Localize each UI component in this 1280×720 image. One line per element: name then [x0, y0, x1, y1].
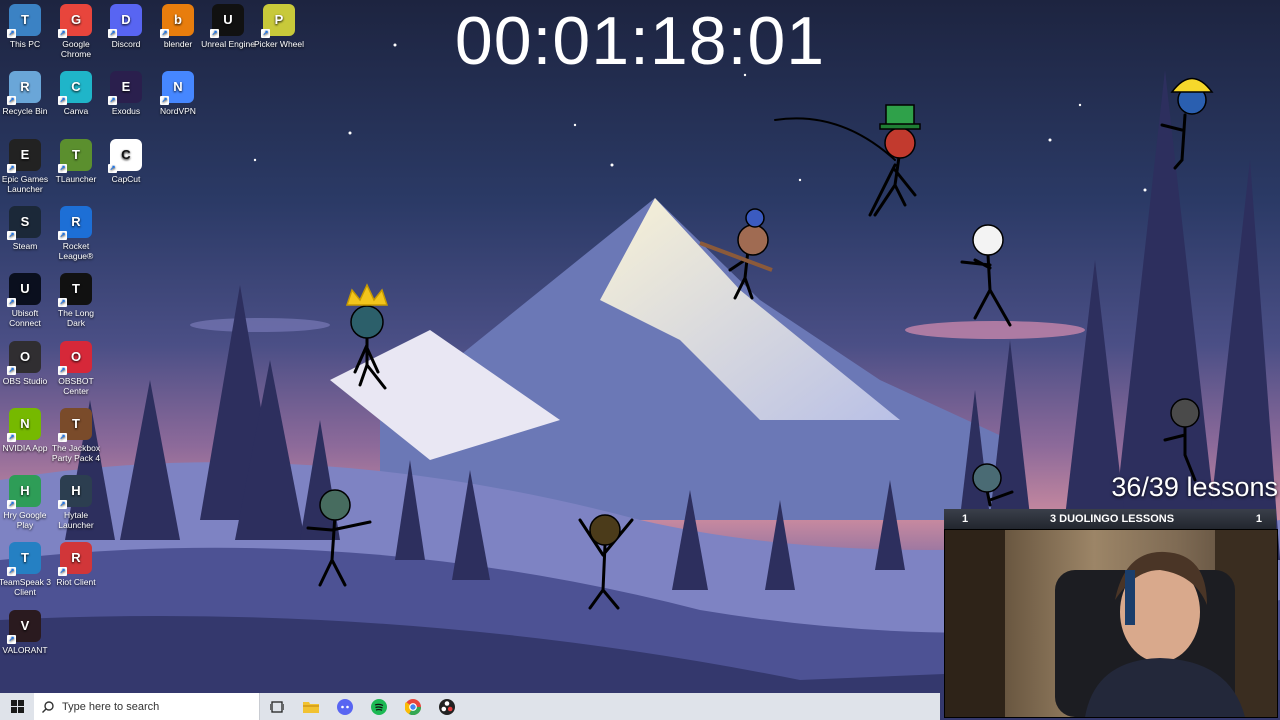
desktop-icon-epic-games[interactable]: E ↗ Epic Games Launcher	[0, 138, 52, 194]
shortcut-arrow-icon: ↗	[7, 500, 16, 510]
windows-start-button[interactable]	[0, 693, 34, 720]
shortcut-arrow-icon: ↗	[7, 96, 16, 106]
search-input[interactable]	[60, 699, 244, 714]
desktop-icon-label: Hry Google Play	[3, 510, 47, 531]
shortcut-arrow-icon: ↗	[58, 96, 67, 106]
desktop-icon-the-long-dark[interactable]: T ↗ The Long Dark	[49, 273, 103, 328]
hytale-icon: H ↗	[58, 475, 92, 510]
desktop-icon-nvidia[interactable]: N ↗ NVIDIA App	[0, 407, 52, 453]
webcam-bar-left-count: 1	[962, 513, 969, 525]
desktop-icon-label: Canva	[63, 106, 89, 117]
obsbot-icon: O ↗	[58, 340, 92, 375]
teamspeak-icon: T ↗	[7, 542, 41, 577]
ubisoft-icon: U ↗	[7, 273, 41, 308]
epic-games-icon: E ↗	[7, 138, 41, 173]
task-view-icon	[270, 700, 284, 713]
desktop-icon-label: The Long Dark	[58, 308, 94, 329]
desktop-icon-label: Ubisoft Connect	[9, 308, 41, 329]
shortcut-arrow-icon: ↗	[108, 163, 117, 173]
webcam-bar-title: 3 DUOLINGO LESSONS	[1049, 513, 1175, 525]
desktop-icon-minecraft[interactable]: T ↗ TLauncher	[49, 138, 103, 184]
desktop-icon-obsbot[interactable]: O ↗ OBSBOT Center	[49, 340, 103, 396]
minecraft-icon: T ↗	[58, 138, 92, 173]
desktop-icon-teamspeak[interactable]: T ↗ TeamSpeak 3 Client	[0, 542, 52, 597]
shortcut-arrow-icon: ↗	[58, 500, 67, 510]
spotify-taskbar-button[interactable]	[362, 693, 396, 720]
desktop-icon-google-play-games[interactable]: H ↗ Hry Google Play	[0, 475, 52, 530]
shortcut-arrow-icon: ↗	[7, 634, 16, 644]
stream-timer: 00:01:18:01	[454, 3, 826, 79]
desktop-icon-capcut[interactable]: C ↗ CapCut	[99, 138, 153, 184]
desktop-icon-label: Recycle Bin	[2, 106, 48, 117]
shortcut-arrow-icon: ↗	[58, 567, 67, 577]
desktop-icon-label: OBSBOT Center	[58, 375, 94, 396]
desktop-icon-label: NVIDIA App	[2, 442, 48, 453]
shortcut-arrow-icon: ↗	[58, 230, 67, 240]
desktop-icon-hytale[interactable]: H ↗ Hytale Launcher	[49, 475, 103, 530]
spotify-icon	[371, 698, 387, 715]
lessons-progress: 36/39 lessons	[1111, 472, 1278, 502]
shortcut-arrow-icon: ↗	[7, 230, 16, 240]
desktop-icon-label: Steam	[12, 240, 38, 251]
riot-icon: R ↗	[58, 542, 92, 577]
obs-icon	[439, 698, 455, 715]
desktop-icon-label: VALORANT	[2, 644, 48, 655]
webcam-feed	[944, 529, 1278, 718]
desktop-icon-label: CapCut	[111, 173, 141, 184]
desktop-icon-label: Epic Games Launcher	[1, 173, 49, 194]
taskbar-search-box[interactable]	[34, 693, 260, 720]
desktop-icon-ubisoft[interactable]: U ↗ Ubisoft Connect	[0, 273, 52, 328]
discord-taskbar-button[interactable]	[328, 693, 362, 720]
file-explorer-button[interactable]	[294, 693, 328, 720]
search-icon	[42, 700, 54, 713]
desktop-icon-label: OBS Studio	[2, 375, 48, 386]
shortcut-arrow-icon: ↗	[58, 163, 67, 173]
desktop-icon-jackbox[interactable]: T ↗ The Jackbox Party Pack 4	[49, 407, 103, 463]
desktop-icon-label: Riot Client	[56, 577, 96, 588]
desktop-icon-rocket-league[interactable]: R ↗ Rocket League®	[49, 205, 103, 261]
shortcut-arrow-icon: ↗	[7, 365, 16, 375]
discord-icon	[337, 698, 353, 715]
taskbar	[0, 693, 940, 720]
chrome-icon	[405, 698, 421, 715]
desktop-icon-label: Exodus	[111, 106, 141, 117]
shortcut-arrow-icon: ↗	[160, 96, 169, 106]
jackbox-icon: T ↗	[58, 407, 92, 442]
desktop-icon-label: The Jackbox Party Pack 4	[51, 442, 101, 463]
the-long-dark-icon: T ↗	[58, 273, 92, 308]
shortcut-arrow-icon: ↗	[7, 567, 16, 577]
desktop-icon-label: NordVPN	[160, 106, 196, 117]
shortcut-arrow-icon: ↗	[7, 163, 16, 173]
desktop-icon-valorant[interactable]: V ↗ VALORANT	[0, 609, 52, 655]
desktop-icon-steam[interactable]: S ↗ Steam	[0, 205, 52, 251]
shortcut-arrow-icon: ↗	[108, 96, 117, 106]
capcut-icon: C ↗	[108, 138, 142, 173]
desktop-icon-obs[interactable]: O ↗ OBS Studio	[0, 340, 52, 386]
google-play-games-icon: H ↗	[7, 475, 41, 510]
rocket-league-icon: R ↗	[58, 205, 92, 240]
desktop-icon-label: Hytale Launcher	[58, 510, 94, 531]
obs-icon: O ↗	[7, 340, 41, 375]
task-view-button[interactable]	[260, 693, 294, 720]
desktop-icon-riot[interactable]: R ↗ Riot Client	[49, 542, 103, 587]
webcam-person-image	[945, 530, 1277, 717]
nvidia-icon: N ↗	[7, 407, 41, 442]
valorant-icon: V ↗	[7, 609, 41, 644]
desktop-icon-label: Rocket League®	[58, 240, 94, 261]
shortcut-arrow-icon: ↗	[58, 365, 67, 375]
shortcut-arrow-icon: ↗	[7, 432, 16, 442]
file-explorer-icon	[303, 702, 319, 713]
desktop-icon-label: TLauncher	[55, 173, 97, 184]
chrome-taskbar-button[interactable]	[396, 693, 430, 720]
shortcut-arrow-icon: ↗	[58, 432, 67, 442]
steam-icon: S ↗	[7, 205, 41, 240]
windows-start-icon	[10, 700, 24, 713]
shortcut-arrow-icon: ↗	[58, 298, 67, 308]
obs-taskbar-button[interactable]	[430, 693, 464, 720]
shortcut-arrow-icon: ↗	[7, 298, 16, 308]
webcam-title-bar: 1 3 DUOLINGO LESSONS 1	[944, 509, 1276, 529]
webcam-bar-right-count: 1	[1255, 513, 1262, 525]
desktop-icon-label: TeamSpeak 3 Client	[0, 577, 51, 598]
